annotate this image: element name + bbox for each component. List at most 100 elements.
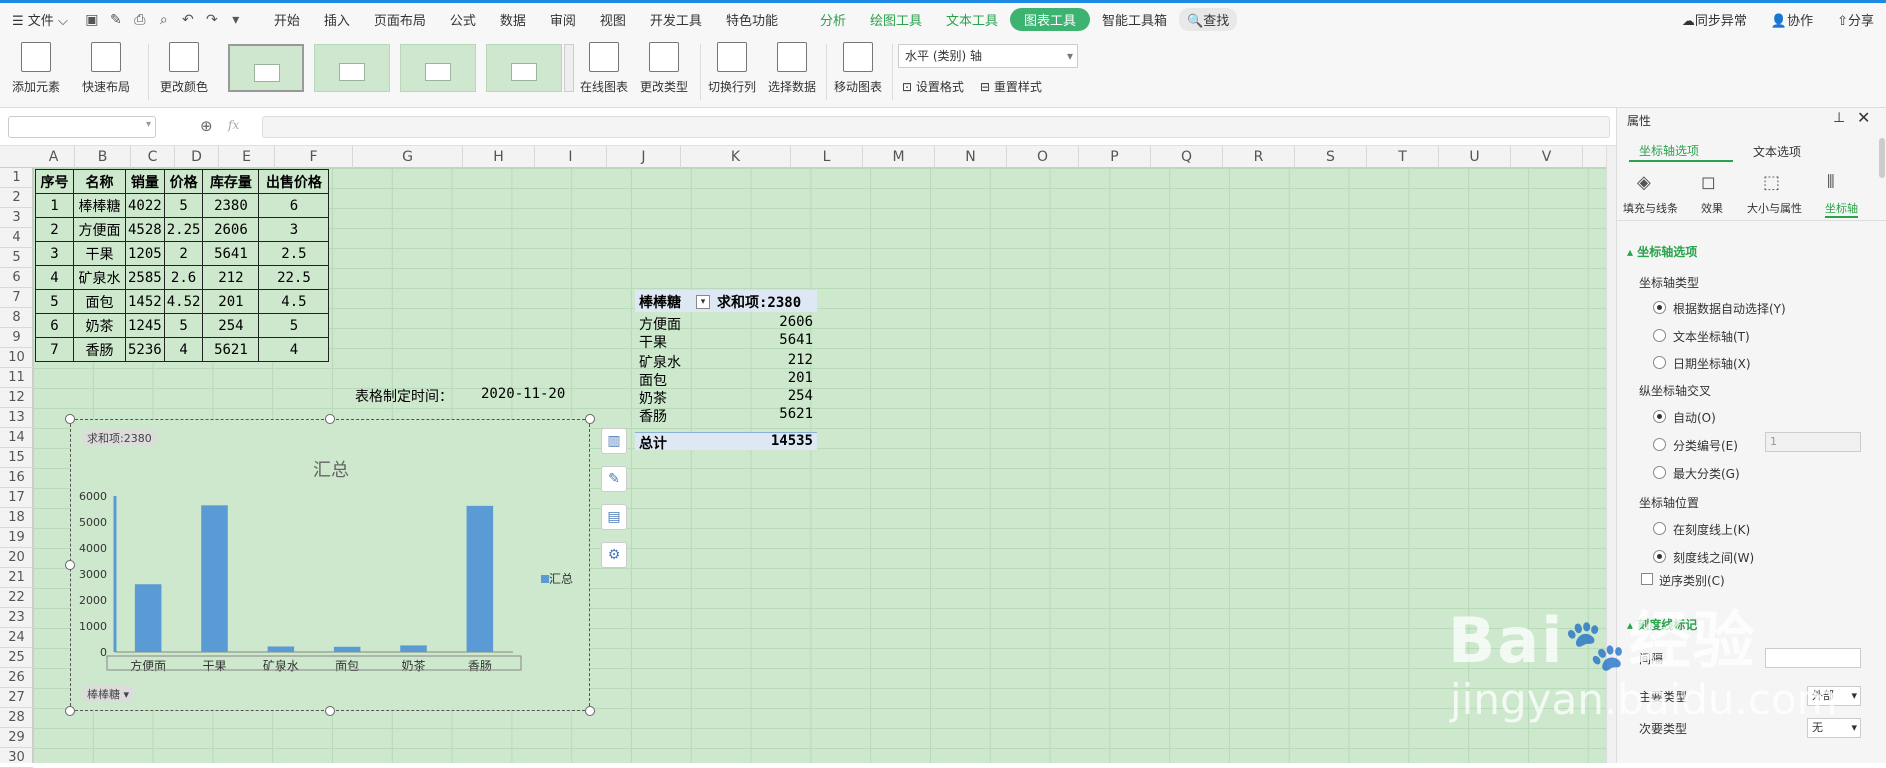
change-color-button[interactable]: 更改颜色 (160, 42, 208, 95)
tab-features[interactable]: 特色功能 (714, 10, 790, 29)
table-cell[interactable]: 2 (163, 241, 204, 266)
name-box[interactable]: ▾ (8, 116, 156, 138)
row-header[interactable]: 6 (0, 268, 33, 288)
table-cell[interactable]: 棒棒糖 (73, 193, 126, 218)
save-icon[interactable]: ▣ (82, 10, 102, 30)
formula-input[interactable] (262, 116, 1610, 138)
row-header[interactable]: 24 (0, 628, 33, 648)
pivot-item-label[interactable]: 方便面 (639, 314, 681, 334)
format-painter-icon[interactable]: ✎ (106, 10, 126, 30)
table-cell[interactable]: 2.5 (258, 241, 330, 266)
chart-object[interactable]: 求和项:2380 汇总 0 1000 2000 3000 4000 5000 6000 方便面… (65, 414, 595, 716)
table-cell[interactable]: 4022 (125, 193, 165, 218)
tab-formula[interactable]: 公式 (438, 10, 488, 29)
row-header[interactable]: 2 (0, 188, 33, 208)
table-cell[interactable]: 2606 (202, 217, 260, 242)
table-cell[interactable]: 方便面 (73, 217, 126, 242)
column-header[interactable]: R (1223, 146, 1295, 168)
cross-category-number-radio[interactable] (1653, 438, 1666, 451)
column-header[interactable]: T (1367, 146, 1439, 168)
column-header[interactable]: C (131, 146, 175, 168)
tab-developer[interactable]: 开发工具 (638, 10, 714, 29)
table-cell[interactable]: 5236 (125, 337, 165, 362)
row-header[interactable]: 26 (0, 668, 33, 688)
pos-between-tick-radio[interactable] (1653, 550, 1666, 563)
tab-text-tools[interactable]: 文本工具 (934, 10, 1010, 29)
quick-layout-button[interactable]: 快速布局 (82, 42, 130, 95)
tab-axis-options[interactable]: 坐标轴选项 (1629, 138, 1733, 162)
resize-handle[interactable] (585, 706, 595, 716)
table-cell[interactable]: 5621 (202, 337, 260, 362)
header-cell[interactable]: 销量 (125, 169, 165, 194)
header-cell[interactable]: 库存量 (202, 169, 260, 194)
tab-page-layout[interactable]: 页面布局 (362, 10, 438, 29)
table-cell[interactable]: 2585 (125, 265, 165, 290)
table-cell[interactable]: 2 (35, 217, 74, 242)
undo-icon[interactable]: ↶ (178, 10, 198, 30)
cross-auto-radio[interactable] (1653, 410, 1666, 423)
reverse-checkbox[interactable] (1641, 573, 1653, 585)
pivot-item-value[interactable]: 254 (753, 388, 813, 404)
table-cell[interactable]: 1205 (125, 241, 165, 266)
chart-filter-tool-button[interactable]: ▤ (601, 504, 627, 530)
close-icon[interactable]: ✕ (1857, 108, 1870, 127)
pos-on-tick-radio[interactable] (1653, 522, 1666, 535)
column-header[interactable]: A (33, 146, 75, 168)
pivot-item-value[interactable]: 5641 (753, 332, 813, 348)
resize-handle[interactable] (585, 414, 595, 424)
row-header[interactable]: 11 (0, 368, 33, 388)
tab-analysis[interactable]: 分析 (808, 10, 858, 29)
table-cell[interactable]: 5 (163, 193, 204, 218)
row-header[interactable]: 20 (0, 548, 33, 568)
row-header[interactable]: 29 (0, 728, 33, 748)
table-cell[interactable]: 2.6 (163, 265, 204, 290)
tab-size-props[interactable]: 大小与属性 (1747, 200, 1802, 216)
tab-data[interactable]: 数据 (488, 10, 538, 29)
row-header[interactable]: 27 (0, 688, 33, 708)
table-cell[interactable]: 5 (258, 313, 330, 338)
row-header[interactable]: 12 (0, 388, 33, 408)
column-header[interactable]: S (1295, 146, 1367, 168)
table-cell[interactable]: 4 (163, 337, 204, 362)
select-data-button[interactable]: 选择数据 (768, 42, 816, 95)
pin-icon[interactable]: ⊥ (1833, 110, 1845, 126)
table-cell[interactable]: 212 (202, 265, 260, 290)
search-box[interactable]: 🔍查找 (1179, 8, 1238, 31)
axis-select[interactable]: 水平 (类别) 轴 ▾ (898, 44, 1078, 68)
header-cell[interactable]: 序号 (35, 169, 74, 194)
pivot-item-value[interactable]: 5621 (753, 406, 813, 422)
fx-icon[interactable]: fx (228, 118, 239, 132)
column-header[interactable]: D (175, 146, 219, 168)
file-menu[interactable]: ☰ 文件 ⌵ (0, 10, 80, 29)
move-chart-button[interactable]: 移动图表 (834, 42, 882, 95)
row-header[interactable]: 7 (0, 288, 33, 308)
cross-value-input[interactable]: 1 (1765, 432, 1861, 452)
row-header[interactable]: 8 (0, 308, 33, 328)
tab-effect[interactable]: 效果 (1701, 200, 1723, 216)
column-header[interactable]: V (1511, 146, 1583, 168)
print-icon[interactable]: ⎙ (130, 10, 150, 30)
resize-handle[interactable] (325, 414, 335, 424)
column-header[interactable]: P (1079, 146, 1151, 168)
column-header[interactable]: I (535, 146, 607, 168)
pivot-item-label[interactable]: 矿泉水 (639, 352, 681, 372)
add-element-button[interactable]: 添加元素 (12, 42, 60, 95)
tab-home[interactable]: 开始 (262, 10, 312, 29)
tab-axis[interactable]: 坐标轴 (1825, 200, 1858, 218)
cross-max-category-radio[interactable] (1653, 466, 1666, 479)
switch-row-col-button[interactable]: 切换行列 (708, 42, 756, 95)
resize-handle[interactable] (325, 706, 335, 716)
row-header[interactable]: 17 (0, 488, 33, 508)
column-header[interactable]: F (275, 146, 353, 168)
row-header[interactable]: 1 (0, 168, 33, 188)
column-header[interactable]: O (1007, 146, 1079, 168)
table-cell[interactable]: 7 (35, 337, 74, 362)
header-cell[interactable]: 名称 (73, 169, 126, 194)
tab-chart-tools[interactable]: 图表工具 (1010, 8, 1091, 31)
zoom-icon[interactable]: ⊕ (200, 117, 213, 135)
chart-style-1[interactable] (228, 44, 304, 92)
table-cell[interactable]: 1 (35, 193, 74, 218)
row-header[interactable]: 3 (0, 208, 33, 228)
reset-style-button[interactable]: ⊟ 重置样式 (980, 78, 1042, 95)
table-cell[interactable]: 4528 (125, 217, 165, 242)
